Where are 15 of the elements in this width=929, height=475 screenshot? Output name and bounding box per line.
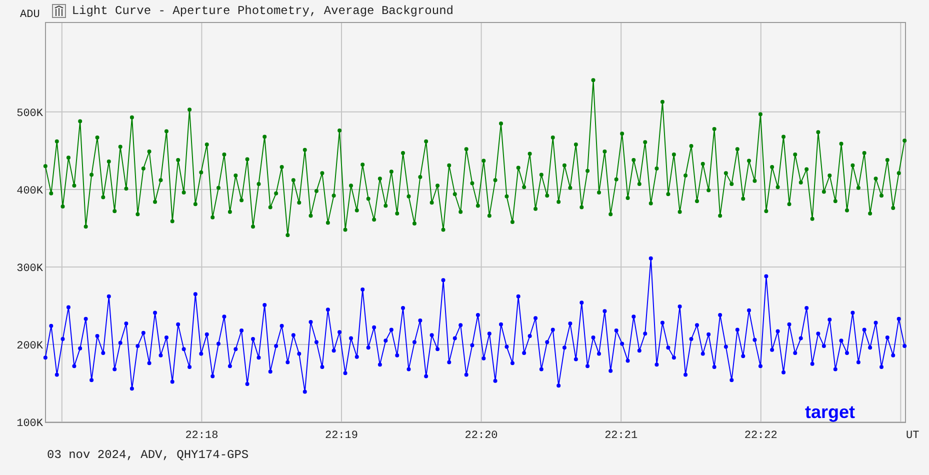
y-tick-label: 300K bbox=[16, 262, 43, 275]
x-tick-label: 22:22 bbox=[744, 430, 778, 442]
footer-caption: 03 nov 2024, ADV, QHY174-GPS bbox=[46, 447, 250, 462]
x-tick-label: 22:21 bbox=[604, 430, 638, 442]
y-axis-label: ADU bbox=[20, 9, 40, 21]
x-axis-label: UT bbox=[906, 430, 920, 442]
x-tick-label: 22:18 bbox=[185, 430, 218, 442]
series-label: target bbox=[805, 402, 856, 422]
x-tick-label: 22:20 bbox=[464, 430, 498, 442]
y-tick-label: 200K bbox=[16, 340, 43, 352]
window-title: Light Curve - Aperture Photometry, Average Background bbox=[72, 4, 454, 18]
x-tick-label: 22:19 bbox=[325, 430, 358, 442]
y-tick-label: 400K bbox=[16, 185, 43, 198]
y-tick-label: 500K bbox=[16, 108, 43, 120]
y-tick-label: 100K bbox=[16, 418, 43, 430]
